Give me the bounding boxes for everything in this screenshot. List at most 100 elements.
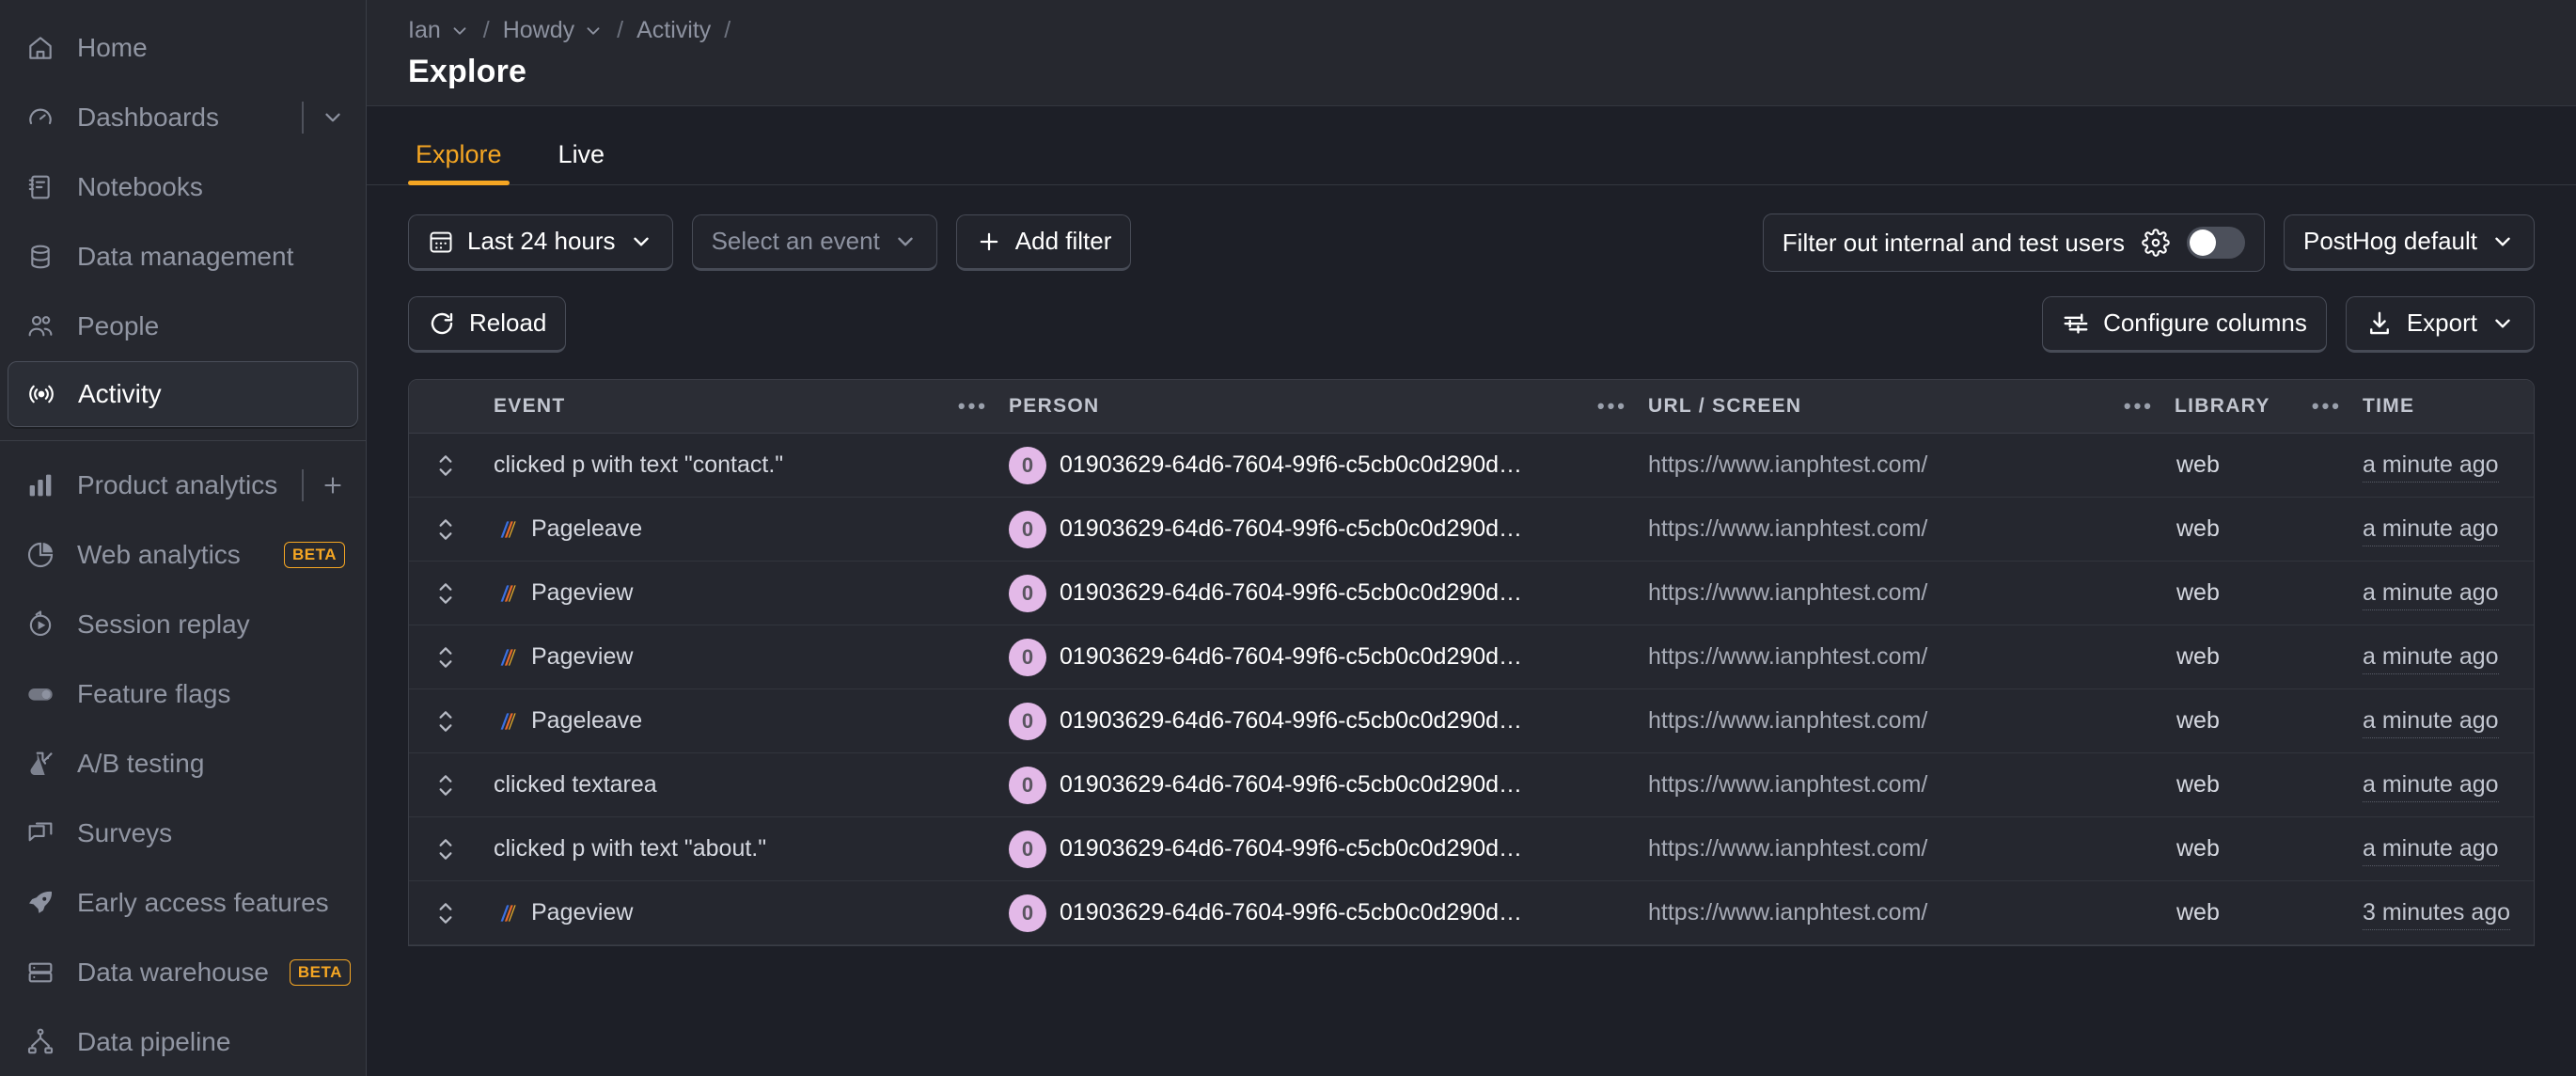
sidebar-item-data-warehouse[interactable]: Data warehouse BETA [0, 938, 366, 1007]
event-cell[interactable]: Pageview [482, 880, 1009, 945]
sort-expand-icon[interactable] [409, 579, 482, 608]
person-cell[interactable]: 0 01903629-64d6-7604-99f6-c5cb0c0d290d… [1009, 816, 1648, 881]
sidebar-item-early-access-features[interactable]: Early access features [0, 868, 366, 938]
sidebar-item-data-pipeline[interactable]: Data pipeline [0, 1007, 366, 1076]
event-cell[interactable]: clicked p with text "about." [482, 816, 1009, 881]
table-row[interactable]: Pageleave 0 01903629-64d6-7604-99f6-c5cb0c… [409, 688, 2534, 753]
url-cell[interactable]: https://www.ianphtest.com/ [1648, 816, 2175, 881]
sidebar-item-product-analytics[interactable]: Product analytics [0, 451, 366, 520]
column-menu-icon[interactable]: ••• [2312, 396, 2342, 417]
url-cell[interactable]: https://www.ianphtest.com/ [1648, 561, 2175, 625]
event-cell[interactable]: clicked textarea [482, 752, 1009, 817]
person-cell[interactable]: 0 01903629-64d6-7604-99f6-c5cb0c0d290d… [1009, 880, 1648, 945]
library-cell[interactable]: web [2175, 688, 2363, 753]
sort-expand-icon[interactable] [409, 835, 482, 863]
column-menu-icon[interactable]: ••• [958, 396, 988, 417]
configure-columns-button[interactable]: Configure columns [2042, 296, 2327, 353]
person-cell[interactable]: 0 01903629-64d6-7604-99f6-c5cb0c0d290d… [1009, 497, 1648, 562]
event-cell[interactable]: Pageleave [482, 497, 1009, 562]
breadcrumb-item-howdy[interactable]: Howdy [503, 17, 604, 44]
table-row[interactable]: clicked textarea 0 01903629-64d6-7604-99f6… [409, 752, 2534, 817]
event-cell[interactable]: Pageview [482, 625, 1009, 689]
url-cell[interactable]: https://www.ianphtest.com/ [1648, 497, 2175, 562]
sidebar-item-notebooks[interactable]: Notebooks [0, 152, 366, 222]
row-expand-cell[interactable] [409, 880, 482, 945]
url-cell[interactable]: https://www.ianphtest.com/ [1648, 752, 2175, 817]
row-expand-cell[interactable] [409, 688, 482, 753]
time-cell[interactable]: a minute ago [2363, 433, 2534, 498]
project-default-button[interactable]: PostHog default [2283, 214, 2535, 271]
table-row[interactable]: Pageview 0 01903629-64d6-7604-99f6-c5cb0c0… [409, 561, 2534, 625]
sort-expand-icon[interactable] [409, 515, 482, 544]
library-cell[interactable]: web [2175, 816, 2363, 881]
sidebar-item-surveys[interactable]: Surveys [0, 799, 366, 868]
sidebar-item-data-management[interactable]: Data management [0, 222, 366, 292]
gear-icon[interactable] [2142, 229, 2170, 257]
sort-expand-icon[interactable] [409, 707, 482, 736]
table-row[interactable]: Pageview 0 01903629-64d6-7604-99f6-c5cb0c0… [409, 625, 2534, 689]
sidebar-item-dashboards[interactable]: Dashboards [0, 83, 366, 152]
sort-expand-icon[interactable] [409, 899, 482, 927]
column-menu-icon[interactable]: ••• [2124, 396, 2154, 417]
add-filter-button[interactable]: Add filter [955, 214, 1132, 271]
sidebar-item-session-replay[interactable]: Session replay [0, 590, 366, 659]
sidebar-item-feature-flags[interactable]: Feature flags [0, 659, 366, 729]
table-row[interactable]: clicked p with text "about." 0 01903629-64… [409, 816, 2534, 881]
chevron-down-icon[interactable] [449, 21, 470, 41]
event-cell[interactable]: Pageview [482, 561, 1009, 625]
row-expand-cell[interactable] [409, 625, 482, 689]
date-range-button[interactable]: Last 24 hours [408, 214, 673, 271]
breadcrumb-item-activity[interactable]: Activity [636, 17, 711, 44]
sidebar-item-web-analytics[interactable]: Web analytics BETA [0, 520, 366, 590]
person-cell[interactable]: 0 01903629-64d6-7604-99f6-c5cb0c0d290d… [1009, 433, 1648, 498]
column-menu-icon[interactable]: ••• [1597, 396, 1627, 417]
person-cell[interactable]: 0 01903629-64d6-7604-99f6-c5cb0c0d290d… [1009, 688, 1648, 753]
library-cell[interactable]: web [2175, 433, 2363, 498]
time-cell[interactable]: 3 minutes ago [2363, 880, 2534, 945]
time-cell[interactable]: a minute ago [2363, 561, 2534, 625]
sidebar-item-activity[interactable]: Activity [8, 361, 358, 427]
sidebar-item-people[interactable]: People [0, 292, 366, 361]
chevron-down-icon[interactable] [321, 105, 345, 130]
sidebar-item-home[interactable]: Home [0, 13, 366, 83]
time-cell[interactable]: a minute ago [2363, 816, 2534, 881]
event-cell[interactable]: clicked p with text "contact." [482, 433, 1009, 498]
plus-icon[interactable] [321, 473, 345, 498]
event-cell[interactable]: Pageleave [482, 688, 1009, 753]
row-expand-cell[interactable] [409, 433, 482, 498]
library-cell[interactable]: web [2175, 625, 2363, 689]
row-expand-cell[interactable] [409, 816, 482, 881]
time-cell[interactable]: a minute ago [2363, 688, 2534, 753]
time-cell[interactable]: a minute ago [2363, 497, 2534, 562]
table-row[interactable]: Pageleave 0 01903629-64d6-7604-99f6-c5cb0c… [409, 497, 2534, 562]
sort-expand-icon[interactable] [409, 451, 482, 480]
url-cell[interactable]: https://www.ianphtest.com/ [1648, 688, 2175, 753]
breadcrumb-item-ian[interactable]: Ian [408, 17, 470, 44]
library-cell[interactable]: web [2175, 752, 2363, 817]
sidebar-item-a-b-testing[interactable]: A/B testing [0, 729, 366, 799]
url-cell[interactable]: https://www.ianphtest.com/ [1648, 625, 2175, 689]
url-cell[interactable]: https://www.ianphtest.com/ [1648, 433, 2175, 498]
person-cell[interactable]: 0 01903629-64d6-7604-99f6-c5cb0c0d290d… [1009, 752, 1648, 817]
person-cell[interactable]: 0 01903629-64d6-7604-99f6-c5cb0c0d290d… [1009, 625, 1648, 689]
time-cell[interactable]: a minute ago [2363, 625, 2534, 689]
sort-expand-icon[interactable] [409, 643, 482, 672]
library-cell[interactable]: web [2175, 561, 2363, 625]
row-expand-cell[interactable] [409, 497, 482, 562]
library-cell[interactable]: web [2175, 497, 2363, 562]
reload-button[interactable]: Reload [408, 296, 567, 353]
sort-expand-icon[interactable] [409, 771, 482, 799]
table-row[interactable]: Pageview 0 01903629-64d6-7604-99f6-c5cb0c0… [409, 880, 2534, 945]
internal-users-toggle[interactable] [2186, 227, 2245, 259]
export-button[interactable]: Export [2345, 296, 2535, 353]
tab-explore[interactable]: Explore [408, 142, 510, 185]
time-cell[interactable]: a minute ago [2363, 752, 2534, 817]
table-row[interactable]: clicked p with text "contact." 0 01903629-… [409, 433, 2534, 498]
row-expand-cell[interactable] [409, 561, 482, 625]
person-cell[interactable]: 0 01903629-64d6-7604-99f6-c5cb0c0d290d… [1009, 561, 1648, 625]
row-expand-cell[interactable] [409, 752, 482, 817]
tab-live[interactable]: Live [551, 142, 613, 184]
chevron-down-icon[interactable] [583, 21, 604, 41]
library-cell[interactable]: web [2175, 880, 2363, 945]
event-select-button[interactable]: Select an event [691, 214, 937, 271]
